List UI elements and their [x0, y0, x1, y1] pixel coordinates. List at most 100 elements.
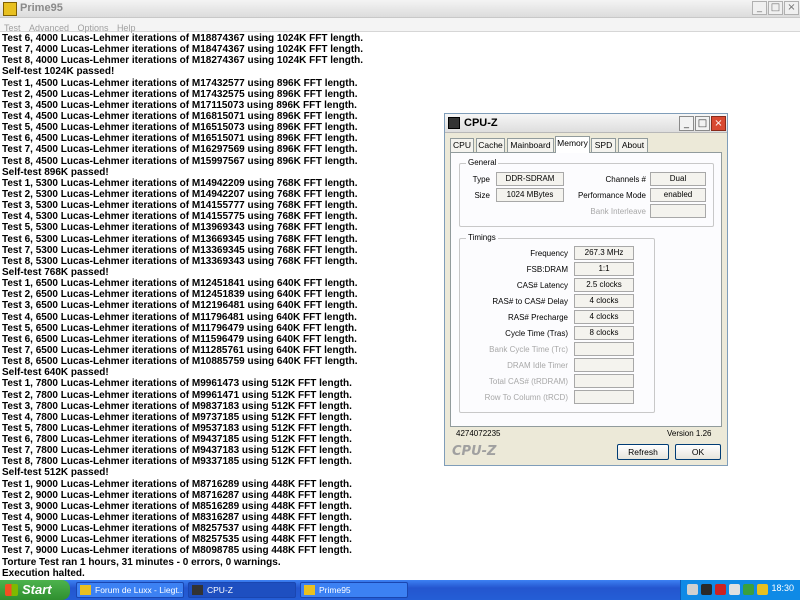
- log-line: Test 2, 4500 Lucas-Lehmer iterations of …: [2, 88, 358, 100]
- timing-value: [574, 358, 634, 372]
- tab-memory[interactable]: Memory: [555, 136, 590, 153]
- log-line: Test 1, 4500 Lucas-Lehmer iterations of …: [2, 77, 358, 89]
- type-label: Type: [472, 175, 490, 184]
- timing-label: Cycle Time (Tras): [505, 329, 568, 338]
- timing-value: 4 clocks: [574, 294, 634, 308]
- timing-label: DRAM Idle Timer: [507, 361, 568, 370]
- maximize-icon[interactable]: □: [768, 1, 783, 15]
- log-line: Test 4, 4500 Lucas-Lehmer iterations of …: [2, 110, 358, 122]
- windows-logo-icon: [5, 584, 18, 596]
- log-line: Test 8, 7800 Lucas-Lehmer iterations of …: [2, 456, 352, 468]
- timing-value: [574, 342, 634, 356]
- memory-panel: General Type DDR-SDRAM Size 1024 MBytes …: [450, 152, 722, 427]
- tray-app-icon[interactable]: [701, 584, 712, 595]
- log-line: Test 3, 4500 Lucas-Lehmer iterations of …: [2, 99, 357, 111]
- clock: 18:30: [771, 583, 794, 593]
- close-icon[interactable]: ×: [784, 1, 799, 15]
- general-group: General Type DDR-SDRAM Size 1024 MBytes …: [459, 158, 714, 227]
- tab-cpu[interactable]: CPU: [450, 138, 474, 153]
- timing-label: RAS# to CAS# Delay: [492, 297, 568, 306]
- log-line: Test 6, 4500 Lucas-Lehmer iterations of …: [2, 133, 358, 145]
- timing-label: Bank Cycle Time (Trc): [489, 345, 568, 354]
- log-line: Torture Test ran 1 hours, 31 minutes - 0…: [2, 556, 281, 568]
- log-line: Test 8, 4500 Lucas-Lehmer iterations of …: [2, 155, 358, 167]
- timing-value: [574, 374, 634, 388]
- log-line: Self-test 1024K passed!: [2, 66, 115, 78]
- log-line: Test 4, 7800 Lucas-Lehmer iterations of …: [2, 411, 352, 423]
- prime95-app-icon: [3, 2, 17, 16]
- timing-value: [574, 390, 634, 404]
- maximize-icon[interactable]: □: [695, 116, 710, 131]
- timing-label: Total CAS# (tRDRAM): [488, 377, 568, 386]
- size-value: 1024 MBytes: [496, 188, 564, 202]
- log-line: Test 5, 4500 Lucas-Lehmer iterations of …: [2, 122, 358, 134]
- tray-prime95-icon[interactable]: [757, 584, 768, 595]
- tray-network-icon[interactable]: [729, 584, 740, 595]
- prime95-window-title: Prime95: [20, 2, 63, 14]
- timing-value: 2.5 clocks: [574, 278, 634, 292]
- log-line: Self-test 768K passed!: [2, 266, 109, 278]
- log-line: Test 6, 4000 Lucas-Lehmer iterations of …: [2, 33, 364, 44]
- tab-spd[interactable]: SPD: [591, 138, 616, 153]
- tray-expand-icon[interactable]: [687, 584, 698, 595]
- log-line: Test 2, 9000 Lucas-Lehmer iterations of …: [2, 489, 352, 501]
- log-line: Test 7, 6500 Lucas-Lehmer iterations of …: [2, 344, 357, 356]
- minimize-icon[interactable]: _: [679, 116, 694, 131]
- log-line: Test 4, 5300 Lucas-Lehmer iterations of …: [2, 211, 358, 223]
- timing-value: 1:1: [574, 262, 634, 276]
- tab-mainboard[interactable]: Mainboard: [507, 138, 554, 153]
- tray-security-icon[interactable]: [715, 584, 726, 595]
- log-line: Test 2, 7800 Lucas-Lehmer iterations of …: [2, 389, 352, 401]
- log-line: Test 8, 4000 Lucas-Lehmer iterations of …: [2, 55, 364, 67]
- tray-update-icon[interactable]: [743, 584, 754, 595]
- tab-about[interactable]: About: [618, 138, 648, 153]
- channels-label: Channels #: [605, 175, 646, 184]
- cpuz-title-bar[interactable]: CPU-Z _ □ ×: [445, 114, 727, 133]
- start-button[interactable]: Start: [0, 580, 70, 600]
- log-line: Test 3, 7800 Lucas-Lehmer iterations of …: [2, 400, 352, 412]
- prime95-title-bar[interactable]: Prime95 _ □ ×: [0, 0, 800, 18]
- log-line: Test 5, 7800 Lucas-Lehmer iterations of …: [2, 422, 352, 434]
- log-line: Test 3, 9000 Lucas-Lehmer iterations of …: [2, 500, 352, 512]
- log-line: Test 7, 5300 Lucas-Lehmer iterations of …: [2, 244, 358, 256]
- channels-value: Dual: [650, 172, 706, 186]
- taskbar-item-prime95[interactable]: Prime95: [300, 582, 408, 598]
- ok-button[interactable]: OK: [675, 444, 721, 460]
- log-line: Test 8, 6500 Lucas-Lehmer iterations of …: [2, 356, 358, 368]
- log-line: Test 5, 9000 Lucas-Lehmer iterations of …: [2, 523, 352, 535]
- size-label: Size: [474, 191, 490, 200]
- bank-interleave-value: [650, 204, 706, 218]
- taskbar-item-forum[interactable]: Forum de Luxx - Liegt...: [76, 582, 184, 598]
- log-line: Test 4, 6500 Lucas-Lehmer iterations of …: [2, 311, 357, 323]
- log-line: Test 7, 9000 Lucas-Lehmer iterations of …: [2, 545, 352, 557]
- performance-mode-value: enabled: [650, 188, 706, 202]
- timing-label: Row To Column (tRCD): [484, 393, 568, 402]
- log-line: Self-test 512K passed!: [2, 467, 109, 479]
- log-line: Self-test 640K passed!: [2, 367, 109, 379]
- close-icon[interactable]: ×: [711, 116, 726, 131]
- taskbar: Start Forum de Luxx - Liegt... CPU-Z Pri…: [0, 580, 800, 600]
- log-line: Test 7, 7800 Lucas-Lehmer iterations of …: [2, 445, 352, 457]
- taskbar-item-cpuz[interactable]: CPU-Z: [188, 582, 296, 598]
- prime95-menu-bar: Test Advanced Options Help: [0, 18, 800, 33]
- taskbar-item-label: Prime95: [319, 585, 351, 595]
- log-line: Test 6, 6500 Lucas-Lehmer iterations of …: [2, 333, 357, 345]
- cpuz-brand-logo: CPU-Z: [452, 444, 497, 459]
- log-line: Test 1, 7800 Lucas-Lehmer iterations of …: [2, 378, 352, 390]
- minimize-icon[interactable]: _: [752, 1, 767, 15]
- cpuz-taskbar-icon: [192, 585, 203, 595]
- tab-cache[interactable]: Cache: [476, 138, 505, 153]
- log-line: Test 3, 5300 Lucas-Lehmer iterations of …: [2, 200, 358, 212]
- log-line: Execution halted.: [2, 567, 85, 579]
- refresh-button[interactable]: Refresh: [617, 444, 669, 460]
- prime95-log: Test 6, 4000 Lucas-Lehmer iterations of …: [2, 33, 442, 579]
- taskbar-item-label: Forum de Luxx - Liegt...: [95, 585, 184, 595]
- log-line: Test 7, 4500 Lucas-Lehmer iterations of …: [2, 144, 358, 156]
- log-line: Test 5, 5300 Lucas-Lehmer iterations of …: [2, 222, 358, 234]
- version-label: Version 1.26: [667, 429, 712, 438]
- log-line: Test 5, 6500 Lucas-Lehmer iterations of …: [2, 322, 357, 334]
- log-line: Test 7, 4000 Lucas-Lehmer iterations of …: [2, 44, 364, 56]
- cpuz-app-icon: [448, 117, 460, 129]
- log-line: Test 6, 7800 Lucas-Lehmer iterations of …: [2, 434, 352, 446]
- browser-icon: [80, 585, 91, 595]
